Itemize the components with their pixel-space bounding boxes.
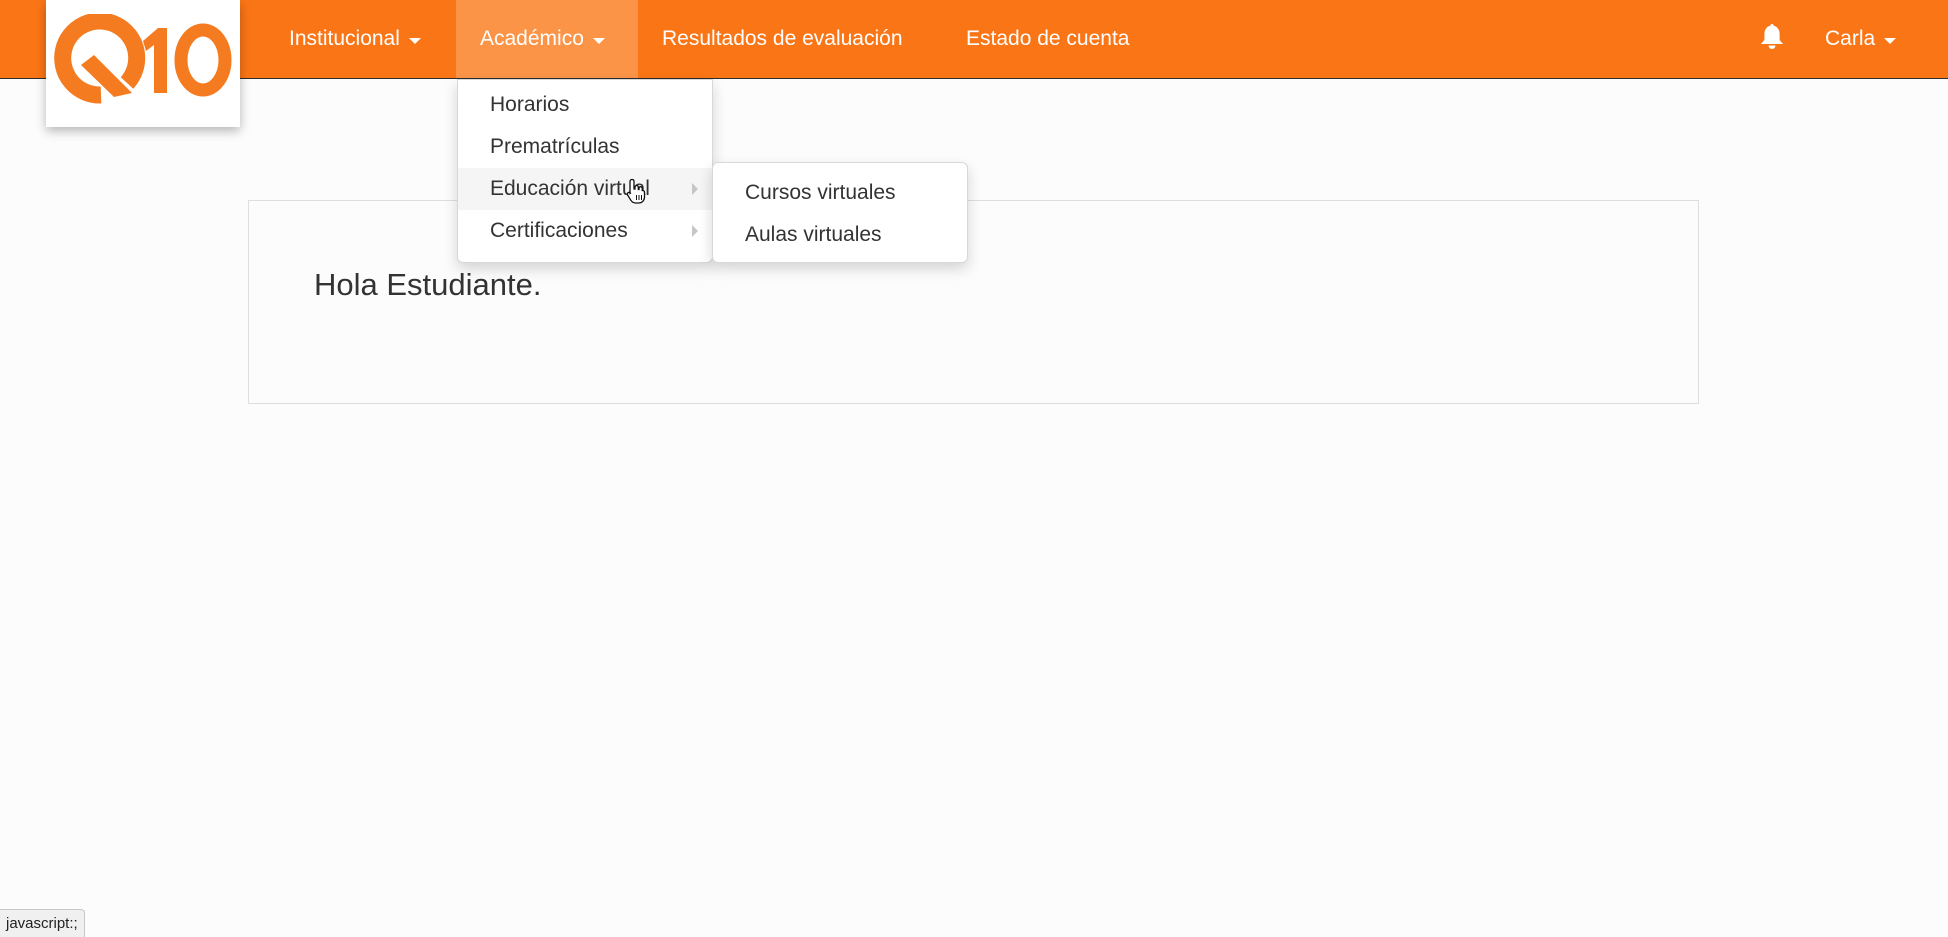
menu-item-label: Certificaciones — [490, 219, 628, 242]
user-name: Carla — [1825, 27, 1876, 50]
logo[interactable] — [46, 0, 240, 127]
caret-down-icon — [1884, 37, 1897, 44]
caret-right-icon — [692, 225, 698, 237]
educacion-virtual-submenu: Cursos virtuales Aulas virtuales — [712, 162, 968, 263]
menu-item-educacion-virtual[interactable]: Educación virtual — [458, 168, 712, 210]
notifications-button[interactable] — [1757, 0, 1787, 78]
menu-item-horarios[interactable]: Horarios — [458, 84, 712, 126]
nav-academico-label: Académico — [480, 27, 584, 50]
top-navbar: Institucional Académico Resultados de ev… — [0, 0, 1948, 79]
q10-logo-icon — [54, 14, 232, 104]
menu-item-label: Aulas virtuales — [745, 223, 882, 246]
nav-resultados-evaluacion[interactable]: Resultados de evaluación — [662, 0, 903, 78]
nav-institucional-label: Institucional — [289, 27, 400, 50]
nav-resultados-label: Resultados de evaluación — [662, 27, 903, 50]
user-menu[interactable]: Carla — [1825, 0, 1897, 78]
caret-right-icon — [692, 183, 698, 195]
q10-logo-mark — [54, 14, 232, 104]
menu-item-label: Prematrículas — [490, 135, 620, 158]
browser-status-bar: javascript:; — [0, 909, 85, 937]
menu-item-label: Horarios — [490, 93, 570, 116]
menu-item-cursos-virtuales[interactable]: Cursos virtuales — [713, 172, 967, 214]
caret-down-icon — [592, 37, 605, 44]
nav-academico[interactable]: Académico — [456, 0, 638, 78]
menu-item-label: Cursos virtuales — [745, 181, 896, 204]
bell-icon — [1759, 22, 1785, 56]
nav-estado-cuenta[interactable]: Estado de cuenta — [966, 0, 1129, 78]
nav-institucional[interactable]: Institucional — [271, 0, 439, 78]
academico-dropdown-menu: Horarios Prematrículas Educación virtual… — [457, 79, 713, 263]
hand-pointer-icon — [626, 178, 646, 209]
menu-item-prematriculas[interactable]: Prematrículas — [458, 126, 712, 168]
menu-item-aulas-virtuales[interactable]: Aulas virtuales — [713, 214, 967, 256]
status-url: javascript:; — [6, 915, 78, 932]
menu-item-certificaciones[interactable]: Certificaciones — [458, 210, 712, 252]
greeting-text: Hola Estudiante. — [314, 267, 542, 302]
nav-estado-label: Estado de cuenta — [966, 27, 1130, 50]
caret-down-icon — [408, 37, 421, 44]
